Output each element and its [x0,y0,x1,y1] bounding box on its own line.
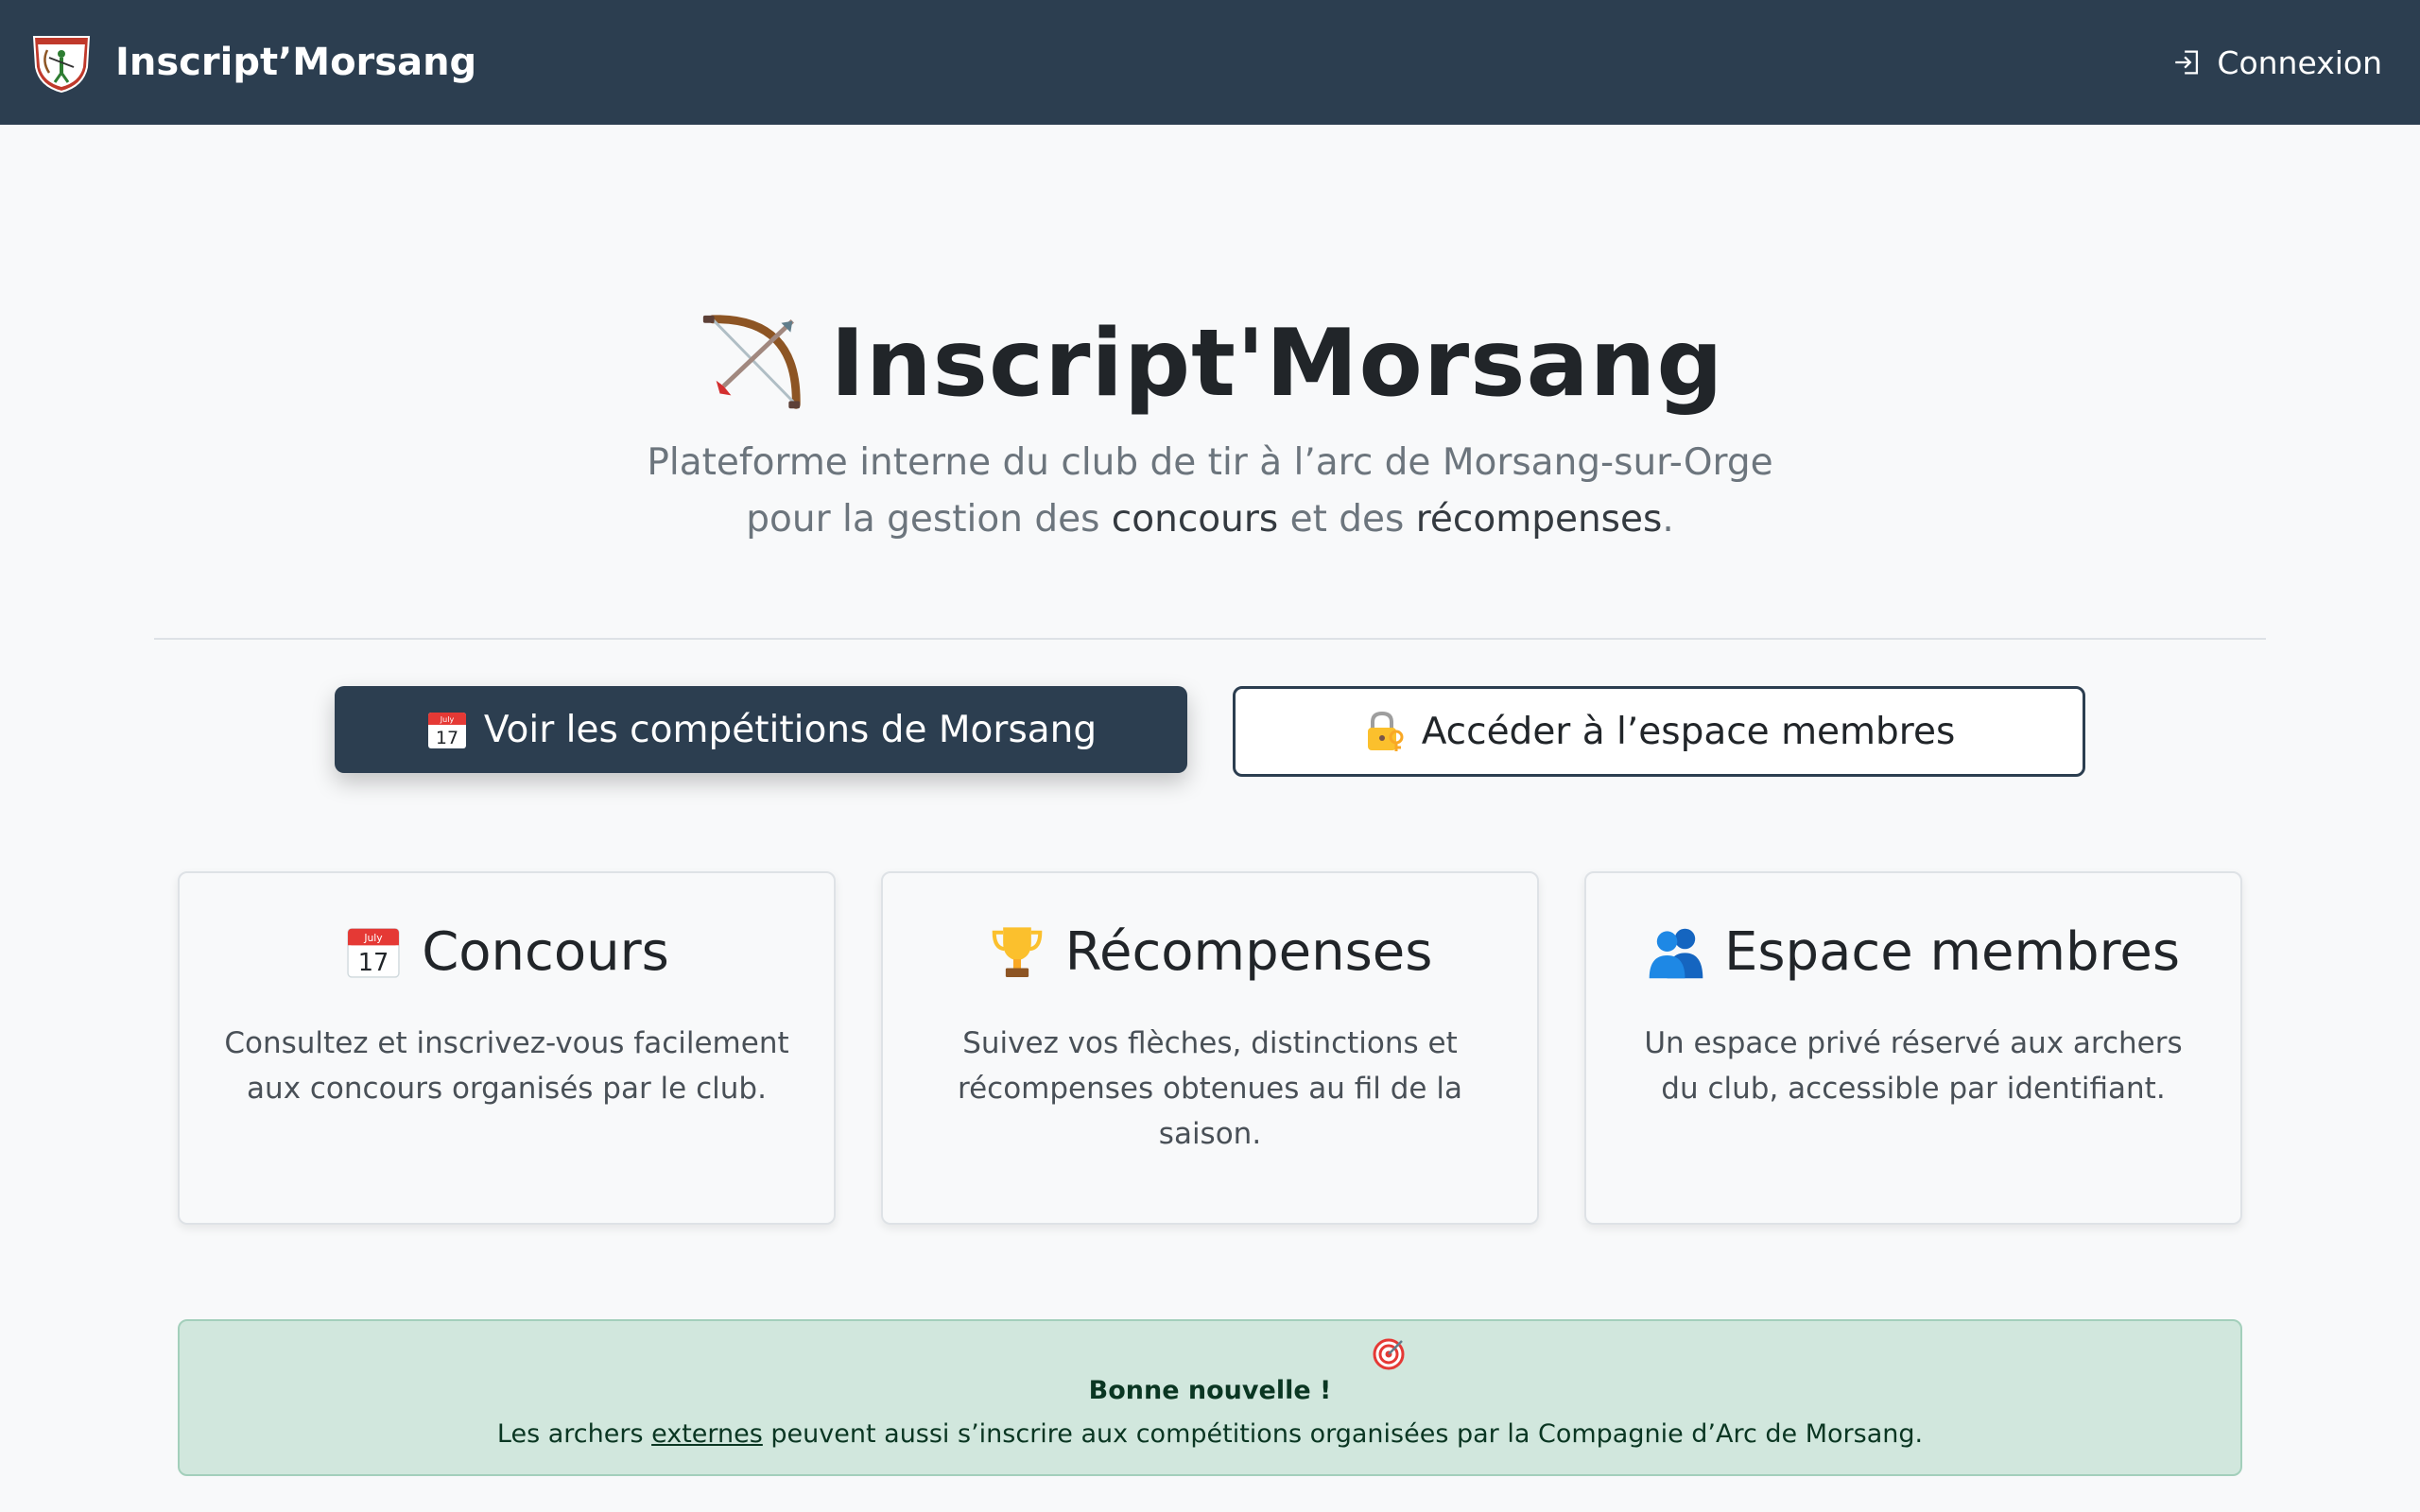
navbar: Inscript’Morsang Connexion [0,0,2420,125]
club-logo-icon [32,36,91,94]
login-icon [2175,50,2199,75]
card-text: Suivez vos flèches, distinctions et réco… [958,1026,1462,1151]
card-title: Concours [422,920,669,983]
card-title: Espace membres [1724,920,2180,983]
subtitle-line-2: pour la gestion des concours et des réco… [0,491,2420,548]
login-link[interactable]: Connexion [2171,44,2382,81]
card-text: Consultez et inscrivez-vous facilement a… [224,1026,789,1106]
brand-name: Inscript’Morsang [115,41,477,84]
brand[interactable]: Inscript’Morsang [28,29,476,95]
lock-key-icon [1367,711,1404,751]
alert-text: peuvent aussi s’inscrire aux compétition… [762,1419,1924,1449]
bow-and-arrow-icon [703,315,802,409]
calendar-icon: July 17 [347,928,400,978]
hero-title-row: Inscript'Morsang [0,302,2420,425]
card-header: Récompenses [921,919,1499,985]
target-icon [1373,1338,1405,1370]
card-title: Récompenses [1064,920,1433,983]
feature-card-espace-membres: Espace membres Un espace privé réservé a… [1584,871,2242,1225]
feature-card-recompenses: Récompenses Suivez vos flèches, distinct… [881,871,1539,1225]
members-area-button[interactable]: Accéder à l’espace membres [1233,686,2085,777]
card-header: July 17 Concours [217,919,796,985]
card-text: Un espace privé réservé aux archers du c… [1644,1026,2183,1106]
view-competitions-button[interactable]: July 17 Voir les compétitions de Morsang [335,686,1187,773]
calendar-icon: July 17 [427,713,466,748]
subtitle-strong-recompenses: récompenses [1415,498,1663,541]
alert-title: Bonne nouvelle ! [1088,1376,1332,1405]
calendar-day-text: 17 [358,949,389,977]
calendar-month-text: July [440,715,455,724]
hero-subtitle: Plateforme interne du club de tir à l’ar… [0,435,2420,548]
calendar-month-text: July [364,932,384,944]
divider [154,638,2266,640]
good-news-alert: Bonne nouvelle ! Les archers externes pe… [178,1319,2242,1476]
externes-link[interactable]: externes [651,1419,763,1449]
login-label: Connexion [2217,43,2382,81]
subtitle-strong-concours: concours [1111,498,1279,541]
view-competitions-label: Voir les compétitions de Morsang [483,708,1098,751]
alert-text: Les archers [496,1419,652,1449]
members-area-label: Accéder à l’espace membres [1421,710,1956,753]
subtitle-text: . [1662,498,1674,541]
feature-card-concours: July 17 Concours Consultez et inscrivez-… [178,871,836,1225]
subtitle-text: pour la gestion des [746,498,1112,541]
people-icon [1649,928,1703,979]
card-header: Espace membres [1624,919,2203,985]
alert-message: Les archers externes peuvent aussi s’ins… [180,1419,2240,1449]
page-title: Inscript'Morsang [830,310,1724,418]
trophy-icon [992,927,1042,977]
subtitle-line-1: Plateforme interne du club de tir à l’ar… [647,441,1773,484]
calendar-day-text: 17 [436,728,458,748]
subtitle-text: et des [1278,498,1416,541]
